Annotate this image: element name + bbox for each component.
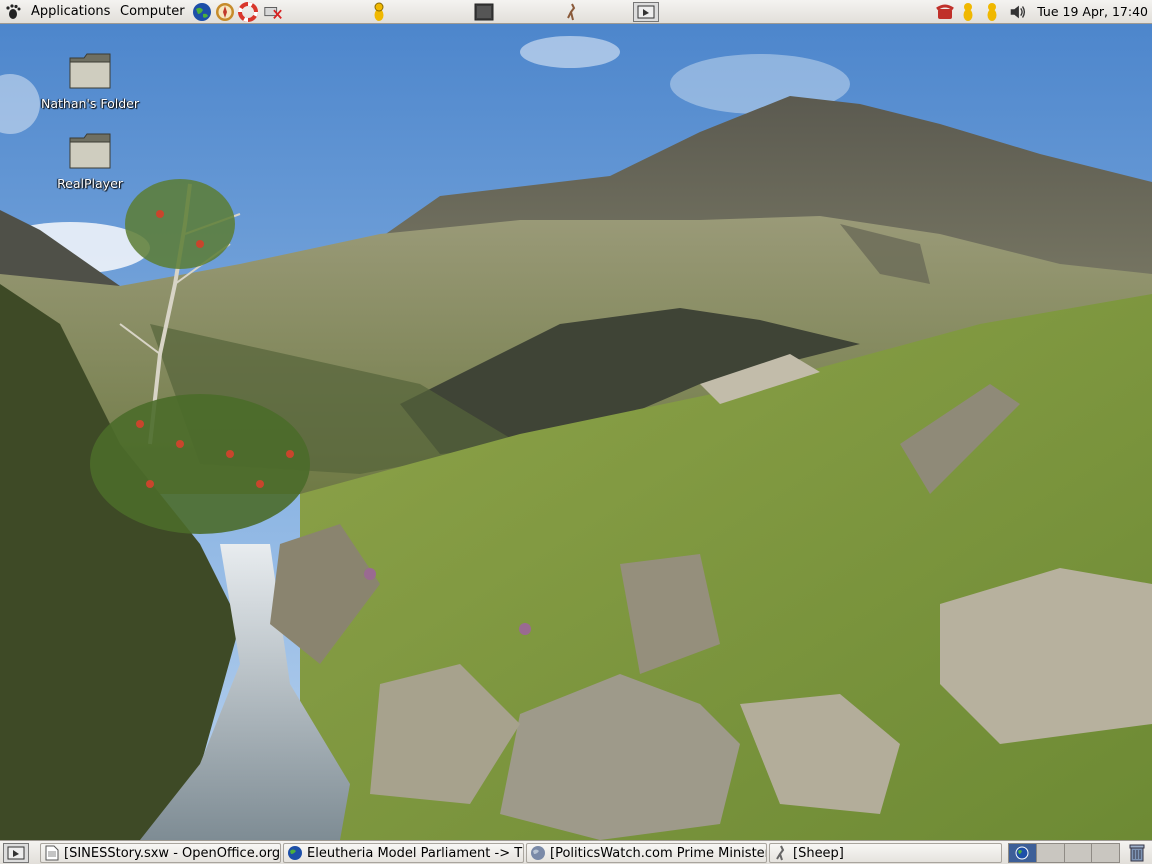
figure-icon[interactable]: [562, 2, 582, 22]
document-icon: [44, 845, 60, 861]
workspace-4[interactable]: [1092, 844, 1119, 862]
taskbar-button-sheep[interactable]: [Sheep]: [769, 843, 1002, 863]
trash-icon[interactable]: [1127, 842, 1147, 862]
workspace-3[interactable]: [1064, 844, 1093, 862]
taskbar-button-label: [SINESStory.sxw - OpenOffice.org: [64, 845, 280, 861]
bottom-panel: [SINESStory.sxw - OpenOffice.org Eleuthe…: [0, 840, 1152, 864]
volume-icon[interactable]: [1008, 2, 1028, 22]
panel-clock[interactable]: Tue 19 Apr, 17:40: [1037, 0, 1148, 24]
globe-icon: [530, 845, 546, 861]
show-desktop-icon[interactable]: [3, 843, 29, 863]
desktop-icon-label: Nathan's Folder: [41, 96, 139, 111]
workspace-switcher[interactable]: [1008, 843, 1120, 863]
taskbar-button-label: [PoliticsWatch.com Prime Minister: [550, 845, 766, 861]
messenger-icon[interactable]: [958, 2, 978, 22]
show-desktop-icon[interactable]: [633, 2, 659, 22]
desktop-wallpaper: [0, 24, 1152, 840]
computer-menu[interactable]: Computer: [116, 0, 189, 24]
workspace-2[interactable]: [1036, 844, 1065, 862]
desktop-icon-label: RealPlayer: [57, 176, 123, 191]
compass-icon[interactable]: [215, 2, 235, 22]
globe-icon: [287, 845, 303, 861]
desktop-icon-nathans-folder[interactable]: Nathan's Folder: [35, 52, 145, 112]
workspace-1[interactable]: [1009, 844, 1037, 862]
help-lifebuoy-icon[interactable]: [238, 2, 258, 22]
terminal-icon: [773, 845, 789, 861]
taskbar-button-politicswatch[interactable]: [PoliticsWatch.com Prime Minister: [526, 843, 767, 863]
folder-icon: [68, 52, 112, 90]
taskbar-button-label: Eleutheria Model Parliament -> Th: [307, 845, 523, 861]
foot-icon[interactable]: [369, 2, 389, 22]
taskbar-button-label: [Sheep]: [793, 845, 844, 861]
desktop-icon-realplayer[interactable]: RealPlayer: [35, 132, 145, 192]
folder-icon: [68, 132, 112, 170]
taskbar-button-eleutheria[interactable]: Eleutheria Model Parliament -> Th: [283, 843, 524, 863]
remote-desktop-icon[interactable]: [263, 2, 283, 22]
applications-menu[interactable]: Applications: [27, 0, 114, 24]
web-browser-icon[interactable]: [192, 2, 212, 22]
taskbar-button-openoffice[interactable]: [SINESStory.sxw - OpenOffice.org: [40, 843, 281, 863]
phone-icon[interactable]: [935, 2, 955, 22]
top-panel: Applications Computer Tue 19 Apr, 17:40: [0, 0, 1152, 24]
terminal-icon[interactable]: [474, 2, 494, 22]
gnome-foot-icon[interactable]: [3, 2, 23, 22]
messenger-icon-2[interactable]: [982, 2, 1002, 22]
